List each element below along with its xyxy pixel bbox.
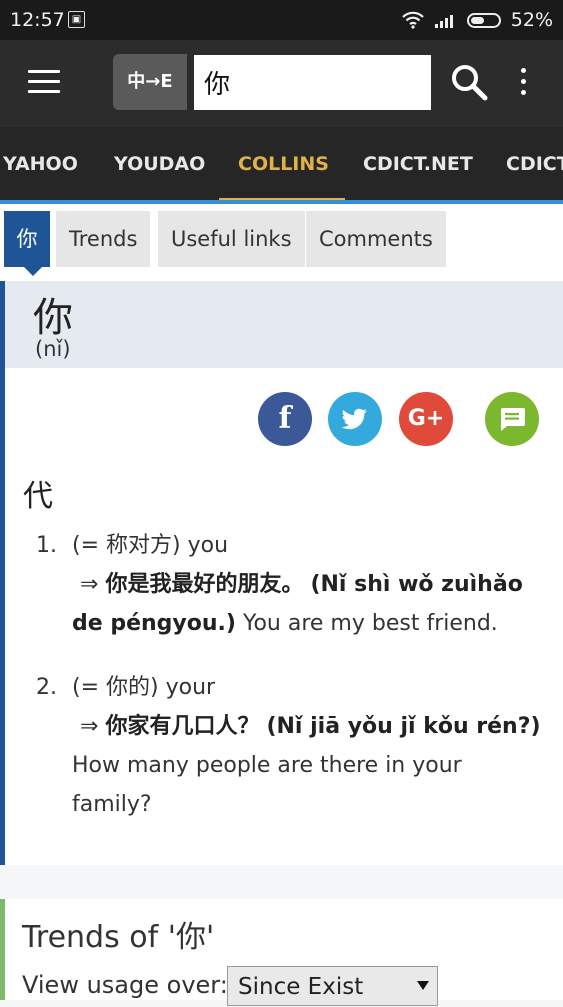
search-icon[interactable]: [449, 62, 489, 102]
search-input[interactable]: [194, 55, 431, 110]
definition-example: ⇒ 你是我最好的朋友。 (Nǐ shì wǒ zuìhǎo de péngyou…: [72, 565, 546, 643]
definition-example: ⇒ 你家有几口人？ (Nǐ jiā yǒu jǐ kǒu rén?) How m…: [72, 707, 546, 824]
app-bar: 中→E: [0, 40, 563, 127]
content-area: 你 Trends Useful links Comments 你 (nǐ) f …: [0, 204, 563, 1006]
sub-tabs: 你 Trends Useful links Comments: [0, 204, 563, 281]
source-tabs: YAHOO YOUDAO COLLINS CDICT.NET CDICT: [0, 127, 563, 202]
facebook-icon: f: [278, 401, 292, 436]
usage-label: View usage over:: [22, 971, 228, 999]
dropdown-arrow-icon: [417, 981, 429, 990]
tab-youdao[interactable]: YOUDAO: [114, 127, 205, 202]
definition-item: 2. (= 你的) your ⇒ 你家有几口人？ (Nǐ jiā yǒu jǐ …: [36, 668, 546, 824]
definition-body: (= 称对方) you ⇒ 你是我最好的朋友。 (Nǐ shì wǒ zuìhǎ…: [72, 526, 546, 643]
definition-body: (= 你的) your ⇒ 你家有几口人？ (Nǐ jiā yǒu jǐ kǒu…: [72, 668, 546, 824]
status-right: 52%: [401, 9, 553, 31]
example-english: You are my best friend.: [242, 611, 498, 636]
battery-fill: [470, 16, 485, 24]
status-time: 12:57: [10, 9, 65, 31]
signal-icon: [434, 15, 453, 28]
tab-yahoo[interactable]: YAHOO: [3, 127, 78, 202]
sim-icon: ▣: [68, 11, 85, 28]
subtab-trends[interactable]: Trends: [56, 211, 151, 267]
trends-section: Trends of '你' View usage over: Since Exi…: [0, 899, 563, 1006]
language-direction-button[interactable]: 中→E: [113, 54, 187, 110]
comment-icon: [501, 408, 525, 431]
battery-percent: 52%: [510, 9, 553, 31]
wifi-icon: [401, 11, 424, 29]
definition-number: 1.: [36, 533, 57, 558]
example-chinese: 你是我最好的朋友。: [105, 572, 304, 597]
google-plus-icon: G+: [407, 406, 445, 431]
part-of-speech: 代: [23, 479, 53, 514]
dictionary-entry: 你 (nǐ) f G+ 代 1. (= 称对方) you ⇒ 你是我最好的朋友。…: [0, 281, 563, 865]
more-options-icon[interactable]: [518, 68, 528, 102]
definition-gloss: (= 你的) your: [72, 675, 216, 700]
facebook-share-button[interactable]: f: [258, 392, 312, 446]
comment-button[interactable]: [485, 392, 539, 446]
status-bar: 12:57 ▣ 52%: [0, 0, 563, 40]
definition-gloss: (= 称对方) you: [72, 533, 229, 558]
example-pinyin: (Nǐ jiā yǒu jǐ kǒu rén?): [266, 714, 541, 739]
arrow-icon: ⇒: [80, 714, 99, 739]
battery-icon: [466, 12, 501, 28]
section-gap: [0, 865, 563, 899]
subtab-useful-links[interactable]: Useful links: [158, 211, 305, 267]
trends-accent-bar: [0, 899, 5, 1000]
definition-item: 1. (= 称对方) you ⇒ 你是我最好的朋友。 (Nǐ shì wǒ zu…: [36, 526, 546, 643]
headword-pinyin: (nǐ): [35, 337, 71, 361]
subtab-entry[interactable]: 你: [4, 211, 50, 267]
headword-box: 你 (nǐ): [5, 281, 563, 368]
twitter-icon: [341, 408, 367, 430]
tab-cdict[interactable]: CDICT: [506, 127, 563, 202]
definition-number: 2.: [36, 675, 57, 700]
usage-period-select[interactable]: Since Exist: [227, 966, 438, 1006]
arrow-icon: ⇒: [80, 572, 99, 597]
trends-title: Trends of '你': [22, 920, 215, 955]
example-english: How many people are there in your family…: [72, 753, 462, 817]
subtab-comments[interactable]: Comments: [306, 211, 446, 267]
google-plus-share-button[interactable]: G+: [399, 392, 453, 446]
tab-cdict-net[interactable]: CDICT.NET: [363, 127, 473, 202]
menu-icon[interactable]: [28, 70, 60, 96]
entry-accent-bar: [0, 281, 5, 865]
tab-collins[interactable]: COLLINS: [238, 127, 329, 202]
active-subtab-pointer: [24, 267, 42, 276]
usage-selected-value: Since Exist: [238, 974, 364, 1000]
example-chinese: 你家有几口人？: [105, 714, 260, 739]
twitter-share-button[interactable]: [328, 392, 382, 446]
headword: 你: [33, 295, 73, 341]
